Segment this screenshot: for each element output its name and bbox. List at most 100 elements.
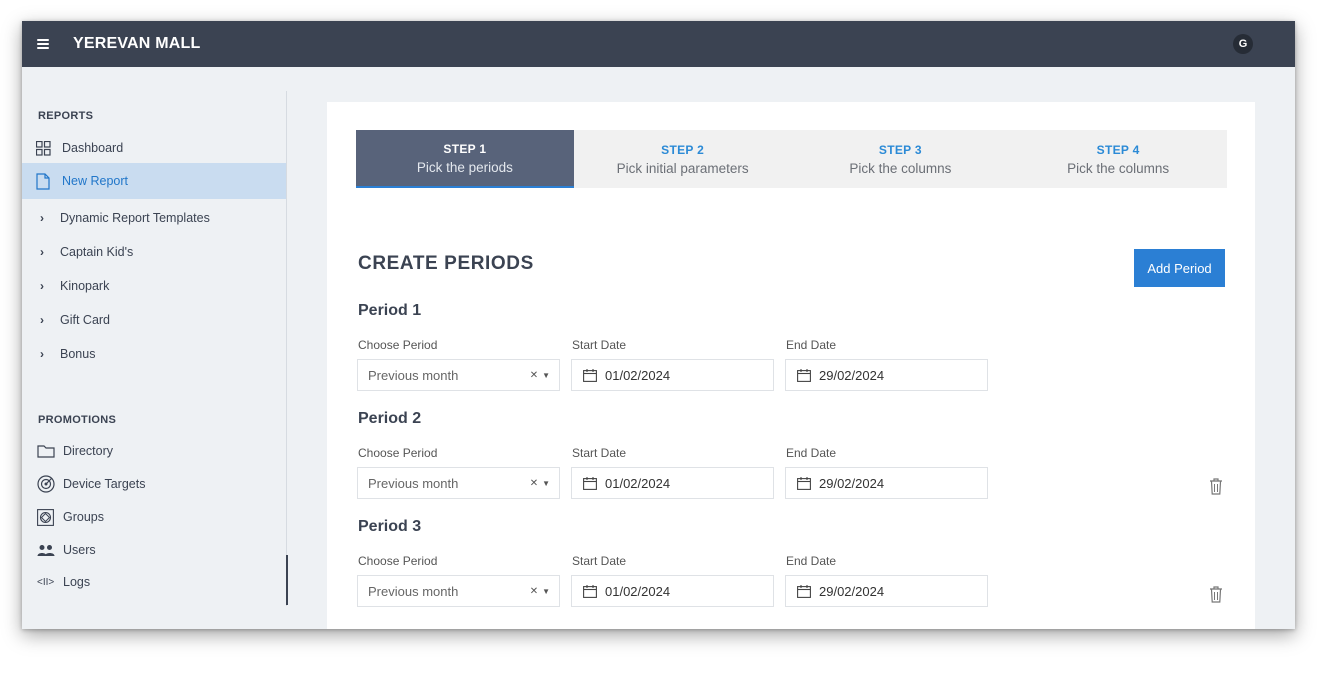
start-date-field[interactable]: 01/02/2024 bbox=[571, 467, 774, 499]
date-value: 01/02/2024 bbox=[605, 583, 671, 599]
sidebar-item-groups[interactable]: Groups bbox=[22, 499, 286, 535]
chevron-down-icon[interactable]: ▼ bbox=[542, 587, 550, 596]
sidebar-item-label: Captain Kid's bbox=[60, 245, 134, 259]
stepper: STEP 1 Pick the periods STEP 2 Pick init… bbox=[356, 130, 1227, 188]
sidebar-item-gift-card[interactable]: › Gift Card bbox=[22, 302, 286, 338]
step-number: STEP 1 bbox=[443, 141, 487, 156]
choose-period-label: Choose Period bbox=[358, 338, 438, 352]
step-number: STEP 4 bbox=[1096, 142, 1140, 157]
date-value: 29/02/2024 bbox=[819, 367, 885, 383]
step-3[interactable]: STEP 3 Pick the columns bbox=[792, 130, 1010, 188]
sidebar-item-bonus[interactable]: › Bonus bbox=[22, 336, 286, 372]
groups-icon bbox=[37, 508, 57, 526]
chevron-down-icon[interactable]: ▼ bbox=[542, 371, 550, 380]
calendar-icon bbox=[797, 476, 811, 490]
dashboard-grid-icon bbox=[36, 140, 56, 156]
clear-icon[interactable]: ✕ bbox=[530, 370, 538, 381]
end-date-label: End Date bbox=[786, 338, 837, 352]
sidebar-item-label: Gift Card bbox=[60, 313, 111, 327]
end-date-label: End Date bbox=[786, 554, 837, 568]
sidebar-item-label: Bonus bbox=[60, 347, 96, 361]
sidebar-item-dashboard[interactable]: Dashboard bbox=[22, 130, 286, 166]
folder-icon bbox=[37, 443, 57, 459]
start-date-label: Start Date bbox=[572, 338, 627, 352]
end-date-label: End Date bbox=[786, 446, 837, 460]
trash-icon[interactable] bbox=[1209, 586, 1223, 603]
start-date-label: Start Date bbox=[572, 554, 627, 568]
sidebar-item-label: New Report bbox=[62, 174, 128, 188]
main-card: STEP 1 Pick the periods STEP 2 Pick init… bbox=[327, 102, 1255, 629]
end-date-field[interactable]: 29/02/2024 bbox=[785, 575, 988, 607]
date-value: 01/02/2024 bbox=[605, 475, 671, 491]
select-value: Previous month bbox=[368, 583, 459, 599]
step-number: STEP 3 bbox=[878, 142, 922, 157]
sidebar-item-dynamic-report-templates[interactable]: › Dynamic Report Templates bbox=[22, 200, 286, 236]
chevron-right-icon: › bbox=[40, 313, 44, 327]
start-date-field[interactable]: 01/02/2024 bbox=[571, 575, 774, 607]
app-window: YEREVAN MALL G REPORTS Dashboard New Rep… bbox=[22, 21, 1295, 629]
sidebar-item-device-targets[interactable]: Device Targets bbox=[22, 466, 286, 502]
top-bar: YEREVAN MALL G bbox=[22, 21, 1295, 67]
trash-icon[interactable] bbox=[1209, 478, 1223, 495]
sidebar-item-label: Device Targets bbox=[63, 477, 146, 491]
sidebar-item-captain-kids[interactable]: › Captain Kid's bbox=[22, 234, 286, 270]
sidebar-item-label: Kinopark bbox=[60, 279, 110, 293]
calendar-icon bbox=[583, 476, 597, 490]
sidebar-item-label: Logs bbox=[63, 575, 91, 589]
start-date-field[interactable]: 01/02/2024 bbox=[571, 359, 774, 391]
chevron-right-icon: › bbox=[40, 245, 44, 259]
page-title: CREATE PERIODS bbox=[358, 253, 534, 274]
target-icon bbox=[37, 475, 57, 493]
calendar-icon bbox=[797, 584, 811, 598]
choose-period-select[interactable]: Previous month ✕ ▼ bbox=[357, 467, 560, 499]
sidebar-item-logs[interactable]: <II> Logs bbox=[22, 564, 286, 600]
step-description: Pick the periods bbox=[416, 159, 513, 175]
choose-period-select[interactable]: Previous month ✕ ▼ bbox=[357, 575, 560, 607]
step-4[interactable]: STEP 4 Pick the columns bbox=[1009, 130, 1227, 188]
chevron-right-icon: › bbox=[40, 211, 44, 225]
end-date-field[interactable]: 29/02/2024 bbox=[785, 467, 988, 499]
select-value: Previous month bbox=[368, 367, 459, 383]
sidebar-item-kinopark[interactable]: › Kinopark bbox=[22, 268, 286, 304]
step-1[interactable]: STEP 1 Pick the periods bbox=[356, 130, 574, 188]
choose-period-label: Choose Period bbox=[358, 554, 438, 568]
date-value: 29/02/2024 bbox=[819, 583, 885, 599]
sidebar-item-users[interactable]: Users bbox=[22, 532, 286, 568]
step-2[interactable]: STEP 2 Pick initial parameters bbox=[574, 130, 792, 188]
end-date-field[interactable]: 29/02/2024 bbox=[785, 359, 988, 391]
document-icon bbox=[36, 172, 56, 190]
clear-icon[interactable]: ✕ bbox=[530, 586, 538, 597]
choose-period-select[interactable]: Previous month ✕ ▼ bbox=[357, 359, 560, 391]
select-value: Previous month bbox=[368, 475, 459, 491]
sidebar-item-label: Directory bbox=[63, 444, 114, 458]
step-description: Pick initial parameters bbox=[616, 160, 749, 176]
chevron-right-icon: › bbox=[40, 347, 44, 361]
sidebar: REPORTS Dashboard New Report › Dynamic R… bbox=[22, 89, 286, 629]
code-icon: <II> bbox=[37, 576, 55, 588]
sidebar-item-label: Dynamic Report Templates bbox=[60, 211, 210, 225]
step-number: STEP 2 bbox=[661, 142, 705, 157]
users-icon bbox=[37, 542, 57, 558]
sidebar-item-label: Dashboard bbox=[62, 141, 124, 155]
date-value: 29/02/2024 bbox=[819, 475, 885, 491]
hamburger-menu-icon[interactable] bbox=[37, 39, 49, 49]
step-description: Pick the columns bbox=[1067, 160, 1170, 176]
chevron-down-icon[interactable]: ▼ bbox=[542, 479, 550, 488]
start-date-label: Start Date bbox=[572, 446, 627, 460]
clear-icon[interactable]: ✕ bbox=[530, 478, 538, 489]
sidebar-divider bbox=[286, 91, 287, 606]
app-title: YEREVAN MALL bbox=[73, 35, 201, 52]
choose-period-label: Choose Period bbox=[358, 446, 438, 460]
sidebar-item-directory[interactable]: Directory bbox=[22, 433, 286, 469]
period-title: Period 1 bbox=[358, 302, 422, 319]
sidebar-item-new-report[interactable]: New Report bbox=[22, 163, 286, 199]
calendar-icon bbox=[797, 368, 811, 382]
sidebar-scrollbar[interactable] bbox=[286, 555, 288, 605]
user-avatar[interactable]: G bbox=[1233, 34, 1253, 54]
add-period-button[interactable]: Add Period bbox=[1134, 249, 1225, 287]
period-title: Period 2 bbox=[358, 410, 422, 427]
period-title: Period 3 bbox=[358, 518, 422, 535]
calendar-icon bbox=[583, 584, 597, 598]
chevron-right-icon: › bbox=[40, 279, 44, 293]
calendar-icon bbox=[583, 368, 597, 382]
